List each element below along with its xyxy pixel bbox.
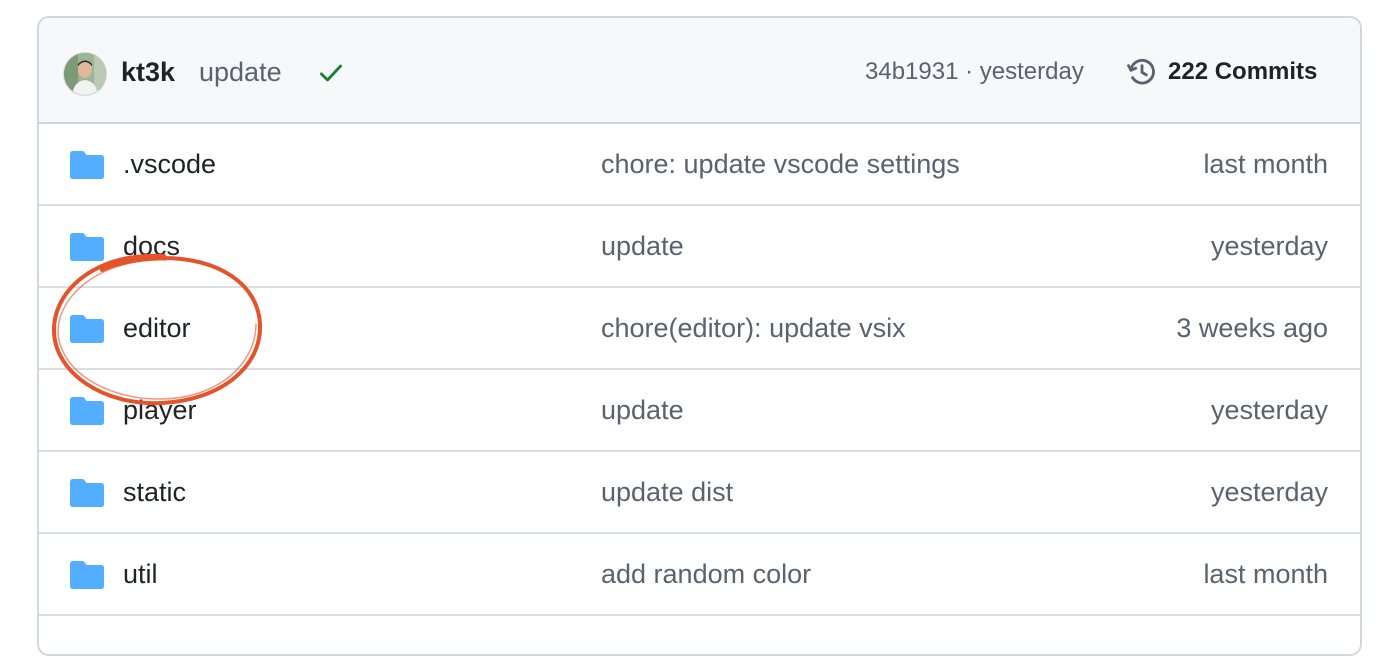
file-updated-time: yesterday bbox=[1210, 231, 1328, 261]
folder-icon bbox=[70, 315, 104, 343]
folder-icon bbox=[70, 561, 104, 589]
file-name-link[interactable]: editor bbox=[123, 310, 191, 346]
file-updated-time: yesterday bbox=[1210, 395, 1328, 425]
file-row[interactable]: docs update yesterday bbox=[39, 206, 1360, 288]
folder-icon bbox=[70, 479, 104, 507]
file-updated-time: yesterday bbox=[1210, 477, 1328, 507]
file-row[interactable]: player update yesterday bbox=[39, 370, 1360, 452]
file-name-link[interactable]: player bbox=[123, 392, 197, 428]
commits-link[interactable]: 222 Commits bbox=[1168, 56, 1317, 88]
folder-icon bbox=[70, 151, 104, 179]
file-row[interactable]: editor chore(editor): update vsix 3 weeks … bbox=[39, 288, 1360, 370]
file-name-link[interactable]: .vscode bbox=[123, 146, 216, 182]
commit-hash[interactable]: 34b1931 bbox=[865, 58, 958, 85]
history-icon[interactable] bbox=[1125, 55, 1159, 89]
file-updated-time: 3 weeks ago bbox=[1176, 313, 1328, 343]
file-row[interactable]: static update dist yesterday bbox=[39, 452, 1360, 534]
file-name-link[interactable]: static bbox=[123, 474, 186, 510]
file-commit-message-link[interactable]: update bbox=[601, 228, 684, 264]
folder-icon bbox=[70, 233, 104, 261]
file-commit-message-link[interactable]: add random color bbox=[601, 556, 811, 592]
file-commit-message-link[interactable]: update bbox=[601, 392, 684, 428]
check-icon[interactable] bbox=[317, 59, 345, 87]
commit-time: yesterday bbox=[979, 58, 1084, 85]
folder-icon bbox=[70, 397, 104, 425]
file-updated-time: last month bbox=[1203, 149, 1328, 179]
file-commit-message-link[interactable]: update dist bbox=[601, 474, 733, 510]
file-browser: kt3k update 34b1931 · yesterday 222 Comm… bbox=[37, 16, 1362, 656]
separator: · bbox=[965, 58, 974, 85]
file-row[interactable]: util add random color last month bbox=[39, 534, 1360, 616]
file-name-link[interactable]: docs bbox=[123, 228, 180, 264]
commit-meta: 34b1931 · yesterday bbox=[865, 56, 1084, 88]
latest-commit-bar: kt3k update 34b1931 · yesterday 222 Comm… bbox=[39, 18, 1360, 124]
file-name-link[interactable]: util bbox=[123, 556, 158, 592]
commit-author[interactable]: kt3k bbox=[121, 54, 175, 90]
commit-message[interactable]: update bbox=[199, 54, 282, 90]
file-row[interactable]: .vscode chore: update vscode settings last… bbox=[39, 124, 1360, 206]
file-updated-time: last month bbox=[1203, 559, 1328, 589]
author-avatar[interactable] bbox=[64, 53, 106, 95]
file-commit-message-link[interactable]: chore: update vscode settings bbox=[601, 146, 960, 182]
file-commit-message-link[interactable]: chore(editor): update vsix bbox=[601, 310, 906, 346]
